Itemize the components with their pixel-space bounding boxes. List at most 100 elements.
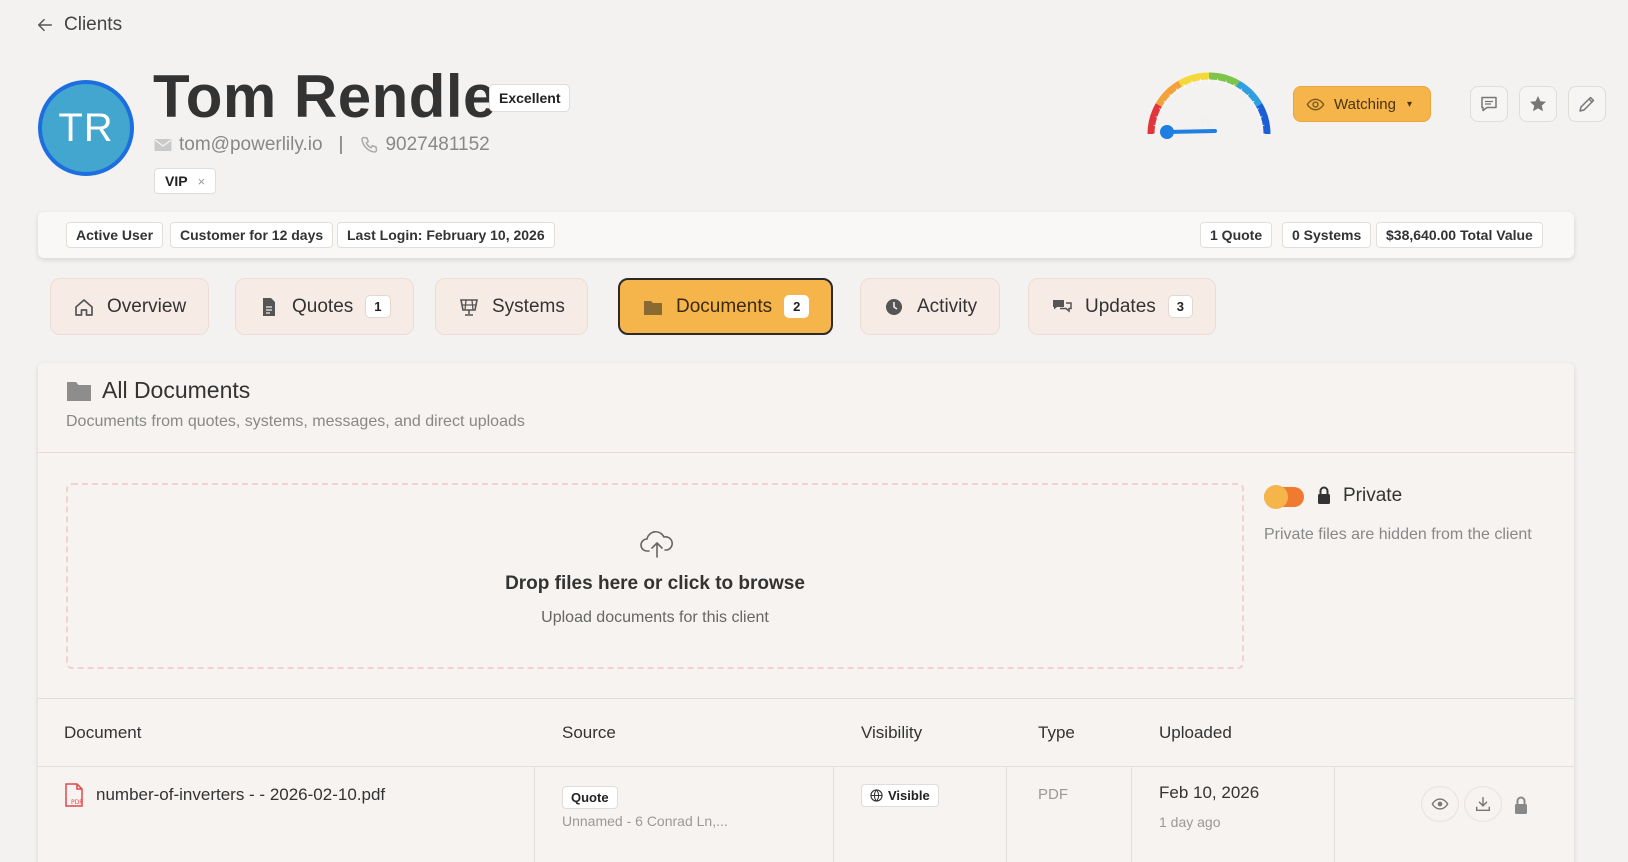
tag-vip: VIP ×	[154, 168, 217, 194]
pdf-file-icon: PDF	[65, 783, 83, 807]
tab-systems[interactable]: Systems	[435, 278, 588, 335]
make-private-lock-icon[interactable]	[1513, 795, 1529, 815]
gauge-arc-segment	[1256, 103, 1271, 135]
back-label: Clients	[64, 14, 123, 35]
chat-icon	[1053, 299, 1072, 313]
download-document-button[interactable]	[1464, 786, 1502, 822]
tab-label: Quotes	[292, 295, 354, 317]
stat-active-user: Active User	[66, 222, 164, 248]
eye-icon	[1306, 98, 1325, 110]
download-icon	[1475, 796, 1491, 812]
source-detail: Unnamed - 6 Conrad Ln,...	[562, 813, 728, 829]
column-divider	[1334, 767, 1335, 862]
contact-separator: |	[338, 134, 344, 155]
tab-label: Systems	[492, 295, 565, 317]
stat-quotes: 1 Quote	[1200, 222, 1273, 248]
avatar: TR	[38, 80, 134, 176]
eye-icon	[1431, 798, 1449, 810]
toggle-knob	[1264, 485, 1288, 509]
folder-icon	[644, 300, 662, 315]
tab-count-badge: 1	[365, 295, 391, 318]
caret-down-icon: ▾	[1406, 98, 1413, 110]
column-header-document[interactable]: Document	[64, 723, 141, 743]
stat-total-value: $38,640.00 Total Value	[1376, 222, 1543, 248]
column-header-source[interactable]: Source	[562, 723, 616, 743]
tag-remove-button[interactable]: ×	[198, 174, 206, 189]
gauge-arc-segment	[1147, 103, 1162, 135]
documents-panel-header: All Documents Documents from quotes, sys…	[38, 363, 1574, 453]
rating-badge: Excellent	[489, 84, 571, 112]
gauge-arc-segment	[1178, 72, 1210, 87]
solar-panel-icon	[460, 298, 478, 316]
gauge-arc-segment	[1208, 72, 1240, 87]
message-button[interactable]	[1470, 86, 1508, 122]
stat-systems: 0 Systems	[1282, 222, 1372, 248]
back-to-clients-link[interactable]: Clients	[36, 14, 122, 36]
gauge-arc-segment	[1155, 80, 1182, 107]
gauge-needle	[1165, 129, 1217, 134]
file-dropzone[interactable]: Drop files here or click to browse Uploa…	[66, 483, 1244, 669]
client-stats-bar: Active User Customer for 12 days Last Lo…	[38, 212, 1574, 258]
comment-icon	[1481, 96, 1497, 112]
arrow-left-icon	[37, 18, 53, 32]
lock-icon	[1318, 486, 1330, 504]
tab-quotes[interactable]: Quotes 1	[235, 278, 414, 335]
uploaded-date: Feb 10, 2026	[1159, 783, 1260, 802]
column-header-visibility[interactable]: Visibility	[861, 723, 922, 743]
column-divider	[534, 767, 535, 862]
email-icon	[154, 139, 172, 151]
tab-documents[interactable]: Documents 2	[618, 278, 834, 335]
private-toggle[interactable]	[1264, 485, 1304, 509]
tab-label: Updates	[1085, 295, 1156, 317]
document-icon	[263, 297, 275, 316]
documents-title-text: All Documents	[102, 377, 251, 403]
client-name: Tom Rendle	[153, 63, 497, 130]
stat-customer-duration: Customer for 12 days	[170, 222, 334, 248]
documents-subtitle: Documents from quotes, systems, messages…	[66, 413, 525, 430]
column-header-uploaded[interactable]: Uploaded	[1159, 723, 1232, 743]
cloud-upload-icon	[640, 531, 673, 558]
table-top-divider	[38, 698, 1574, 699]
document-name-link[interactable]: number-of-inverters - - 2026-02-10.pdf	[96, 785, 385, 805]
gauge-hub	[1160, 125, 1174, 139]
dropzone-subtitle: Upload documents for this client	[541, 609, 769, 626]
client-email[interactable]: tom@powerlily.io	[179, 134, 323, 156]
watching-dropdown-button[interactable]: Watching ▾	[1293, 86, 1431, 122]
tab-updates[interactable]: Updates 3	[1028, 278, 1217, 335]
tag-label: VIP	[165, 173, 188, 189]
private-note: Private files are hidden from the client	[1264, 526, 1532, 543]
column-divider	[833, 767, 834, 862]
gauge-value: 70	[1200, 116, 1213, 128]
uploaded-relative: 1 day ago	[1159, 814, 1221, 830]
column-divider	[1006, 767, 1007, 862]
tab-overview[interactable]: Overview	[50, 278, 210, 335]
pencil-icon	[1579, 96, 1595, 112]
tab-label: Documents	[676, 295, 773, 317]
tab-label: Activity	[917, 295, 978, 317]
document-type: PDF	[1038, 786, 1068, 803]
documents-title: All Documents	[66, 377, 250, 404]
source-badge: Quote	[562, 786, 618, 809]
column-header-type[interactable]: Type	[1038, 723, 1075, 743]
svg-text:PDF: PDF	[71, 799, 83, 806]
preview-document-button[interactable]	[1421, 786, 1459, 822]
health-gauge	[1147, 72, 1271, 139]
column-divider	[1131, 767, 1132, 862]
gauge-arc-segment	[1236, 80, 1263, 107]
visibility-badge: Visible	[861, 784, 939, 807]
star-icon	[1530, 96, 1546, 112]
tab-activity[interactable]: Activity	[860, 278, 1001, 335]
contact-line: tom@powerlily.io | 9027481152	[153, 134, 490, 156]
dropzone-title: Drop files here or click to browse	[505, 573, 805, 594]
globe-icon	[870, 789, 883, 802]
watching-label: Watching	[1334, 95, 1396, 113]
private-label: Private	[1343, 485, 1403, 506]
documents-panel: All Documents Documents from quotes, sys…	[38, 363, 1574, 862]
tab-count-badge: 3	[1167, 295, 1194, 318]
edit-button[interactable]	[1568, 86, 1606, 122]
client-phone[interactable]: 9027481152	[385, 134, 489, 156]
favorite-button[interactable]	[1519, 86, 1557, 122]
table-header-divider	[38, 766, 1574, 767]
phone-icon	[361, 136, 378, 153]
tab-label: Overview	[107, 295, 187, 317]
